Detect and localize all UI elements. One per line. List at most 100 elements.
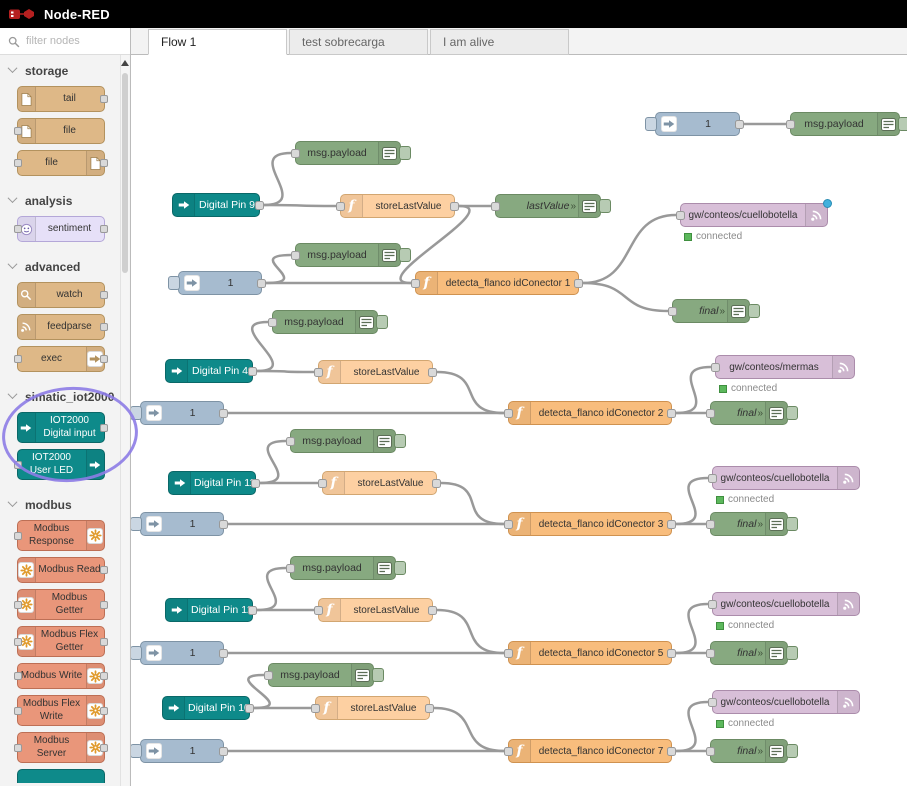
tab-i-am-alive[interactable]: I am alive	[430, 29, 569, 55]
flow-node-debug-6[interactable]: msg.payload	[268, 663, 374, 687]
port-in[interactable]	[504, 747, 513, 756]
inject-button[interactable]	[130, 744, 142, 758]
flow-node-mqtt1[interactable]: gw/conteos/cuellobotellaconnected	[680, 203, 828, 227]
port-in[interactable]	[668, 307, 677, 316]
palette-node-sentiment[interactable]: sentiment	[17, 216, 105, 242]
palette-node-feedparse[interactable]: feedparse	[17, 314, 105, 340]
flow-node-final2[interactable]: final»	[710, 401, 788, 425]
port-in[interactable]	[786, 120, 795, 129]
port-in[interactable]	[268, 318, 277, 327]
debug-toggle-button[interactable]	[786, 517, 798, 531]
flow-node-debug-top[interactable]: msg.payload	[790, 112, 900, 136]
port-out[interactable]	[450, 202, 459, 211]
port-in[interactable]	[504, 520, 513, 529]
flow-node-debug-1[interactable]: msg.payload	[295, 141, 401, 165]
inject-button[interactable]	[130, 517, 142, 531]
debug-toggle-button[interactable]	[394, 561, 406, 575]
palette-node-iot2000-digital-input[interactable]: IOT2000 Digital input	[17, 412, 105, 443]
port-out[interactable]	[432, 479, 441, 488]
port-in[interactable]	[286, 564, 295, 573]
palette-category-storage[interactable]: storage	[0, 58, 121, 83]
flow-node-det3[interactable]: fdetecta_flanco idConector 3	[508, 512, 672, 536]
port-out[interactable]	[219, 520, 228, 529]
debug-toggle-button[interactable]	[394, 434, 406, 448]
flow-node-store4[interactable]: fstoreLastValue	[318, 598, 433, 622]
port-out[interactable]	[219, 409, 228, 418]
port-in[interactable]	[264, 671, 273, 680]
port-in[interactable]	[504, 409, 513, 418]
debug-toggle-button[interactable]	[399, 146, 411, 160]
flow-node-mqtt4[interactable]: gw/conteos/cuellobotellaconnected	[712, 592, 860, 616]
flow-node-det1[interactable]: fdetecta_flanco idConector 1	[415, 271, 579, 295]
debug-toggle-button[interactable]	[399, 248, 411, 262]
port-out[interactable]	[425, 704, 434, 713]
flow-node-store5[interactable]: fstoreLastValue	[315, 696, 430, 720]
port-in[interactable]	[708, 474, 717, 483]
flow-node-pin11[interactable]: Digital Pin 11	[168, 471, 256, 495]
port-in[interactable]	[676, 211, 685, 220]
port-out[interactable]	[248, 367, 257, 376]
port-out[interactable]	[219, 649, 228, 658]
flow-node-pin4[interactable]: Digital Pin 4	[165, 359, 253, 383]
palette-node-modbus-getter[interactable]: Modbus Getter	[17, 589, 105, 620]
palette-node-modbus-server[interactable]: Modbus Server	[17, 732, 105, 763]
tab-flow-1[interactable]: Flow 1	[148, 29, 287, 55]
port-out[interactable]	[667, 409, 676, 418]
port-in[interactable]	[291, 149, 300, 158]
port-out[interactable]	[251, 479, 260, 488]
flow-node-pin9[interactable]: Digital Pin 9	[172, 193, 260, 217]
flow-node-pin12[interactable]: Digital Pin 12	[165, 598, 253, 622]
port-out[interactable]	[667, 649, 676, 658]
debug-toggle-button[interactable]	[898, 117, 907, 131]
debug-toggle-button[interactable]	[376, 315, 388, 329]
flow-node-mqtt2[interactable]: gw/conteos/mermasconnected	[715, 355, 855, 379]
flow-node-det4[interactable]: fdetecta_flanco idConector 5	[508, 641, 672, 665]
flow-node-debug-5[interactable]: msg.payload	[290, 556, 396, 580]
port-out[interactable]	[735, 120, 744, 129]
flow-node-debug-3[interactable]: msg.payload	[272, 310, 378, 334]
palette-node-modbus-response[interactable]: Modbus Response	[17, 520, 105, 551]
port-in[interactable]	[491, 202, 500, 211]
flow-node-debug-2[interactable]: msg.payload	[295, 243, 401, 267]
palette-category-analysis[interactable]: analysis	[0, 188, 121, 213]
port-in[interactable]	[708, 600, 717, 609]
port-in[interactable]	[708, 698, 717, 707]
port-out[interactable]	[219, 747, 228, 756]
palette-node-file[interactable]: file	[17, 118, 105, 144]
port-out[interactable]	[574, 279, 583, 288]
flow-node-debug-4[interactable]: msg.payload	[290, 429, 396, 453]
port-in[interactable]	[318, 479, 327, 488]
port-out[interactable]	[667, 520, 676, 529]
port-in[interactable]	[314, 606, 323, 615]
palette-node-watch[interactable]: watch	[17, 282, 105, 308]
flow-node-mqtt3[interactable]: gw/conteos/cuellobotellaconnected	[712, 466, 860, 490]
debug-toggle-button[interactable]	[599, 199, 611, 213]
palette-scrollbar[interactable]	[120, 55, 129, 786]
port-out[interactable]	[667, 747, 676, 756]
flow-node-final5[interactable]: final»	[710, 739, 788, 763]
flow-node-inject-3[interactable]: 1	[140, 512, 224, 536]
palette-category-simatic-iot2000[interactable]: simatic_iot2000	[0, 384, 121, 409]
flow-node-store3[interactable]: fstoreLastValue	[322, 471, 437, 495]
port-in[interactable]	[291, 251, 300, 260]
tab-test-sobrecarga[interactable]: test sobrecarga	[289, 29, 428, 55]
port-out[interactable]	[428, 368, 437, 377]
inject-button[interactable]	[130, 646, 142, 660]
flow-node-inject-4[interactable]: 1	[140, 641, 224, 665]
port-in[interactable]	[711, 363, 720, 372]
palette-node-modbus-write[interactable]: Modbus Write	[17, 663, 105, 689]
port-in[interactable]	[706, 747, 715, 756]
port-out[interactable]	[428, 606, 437, 615]
palette-node-file[interactable]: file	[17, 150, 105, 176]
flow-node-inject-2[interactable]: 1	[140, 401, 224, 425]
flow-node-det2[interactable]: fdetecta_flanco idConector 2	[508, 401, 672, 425]
port-out[interactable]	[255, 201, 264, 210]
scroll-up-arrow-icon[interactable]	[121, 60, 129, 66]
palette-category-advanced[interactable]: advanced	[0, 254, 121, 279]
flow-node-det5[interactable]: fdetecta_flanco idConector 7	[508, 739, 672, 763]
palette-node-modbus-flex-getter[interactable]: Modbus Flex Getter	[17, 626, 105, 657]
flow-node-final1[interactable]: final»	[672, 299, 750, 323]
flow-node-inject-1[interactable]: 1	[178, 271, 262, 295]
palette-node-tail[interactable]: tail	[17, 86, 105, 112]
debug-toggle-button[interactable]	[786, 406, 798, 420]
